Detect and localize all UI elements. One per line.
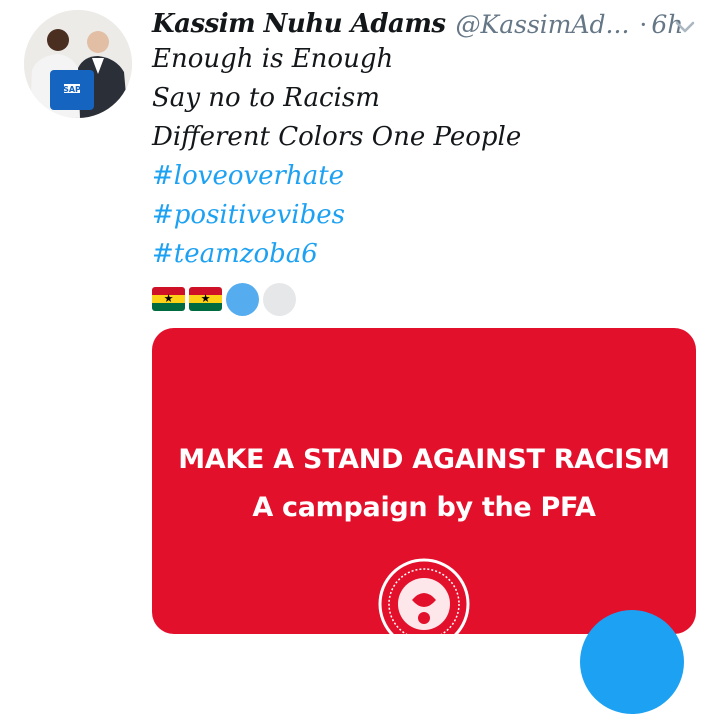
avatar-photo: SAP	[24, 10, 132, 118]
ghana-flag-icon: ★	[189, 287, 222, 311]
chevron-down-icon[interactable]	[672, 14, 698, 40]
tweet-header: Kassim Nuhu Adams @KassimAd... · 6h	[152, 4, 712, 44]
white-circle-icon	[263, 282, 296, 316]
author-handle[interactable]: @KassimAd...	[456, 10, 630, 39]
emoji-row: ★ ★	[152, 282, 296, 316]
avatar[interactable]: SAP	[24, 10, 132, 118]
media-card[interactable]: MAKE A STAND AGAINST RACISM A campaign b…	[152, 328, 696, 634]
hashtag-link[interactable]: #loveoverhate	[152, 161, 344, 191]
ghana-flag-icon: ★	[152, 287, 185, 311]
tweet-text-line: Say no to Racism	[152, 83, 380, 113]
separator-dot: ·	[639, 9, 648, 39]
media-title: MAKE A STAND AGAINST RACISM	[178, 444, 670, 475]
hashtag-link[interactable]: #teamzoba6	[152, 239, 318, 269]
tweet-text-line: Enough is Enough	[152, 44, 394, 74]
avatar-jersey-text: SAP	[63, 85, 81, 94]
hashtag-link[interactable]: #positivevibes	[152, 200, 345, 230]
author-name[interactable]: Kassim Nuhu Adams	[152, 9, 446, 39]
compose-fab-button[interactable]	[580, 610, 684, 714]
media-subtitle: A campaign by the PFA	[252, 492, 596, 523]
blue-circle-icon	[226, 282, 259, 316]
tweet-text-line: Different Colors One People	[152, 122, 522, 152]
pfa-crest-icon	[378, 558, 470, 634]
